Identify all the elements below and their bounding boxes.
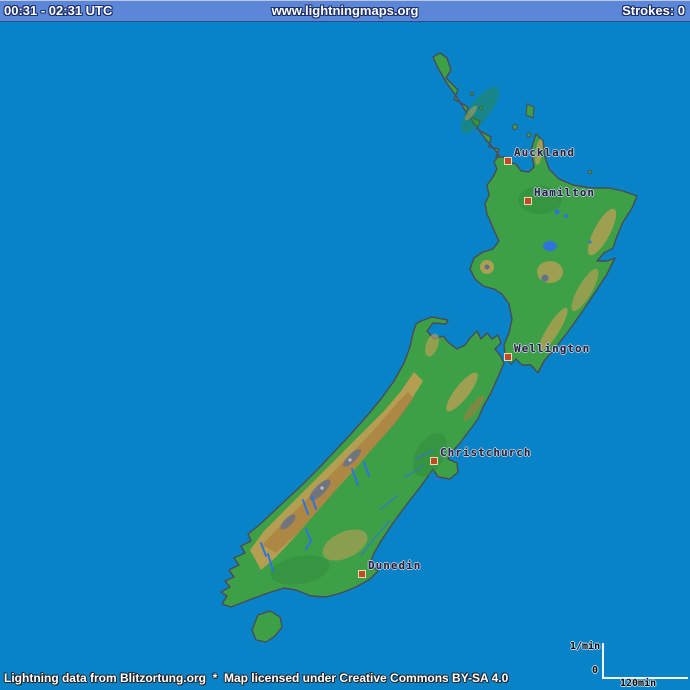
city-marker xyxy=(504,353,512,361)
legend-y-axis xyxy=(602,643,604,679)
city-label: Christchurch xyxy=(440,446,531,459)
attribution-text: Lightning data from Blitzortung.org * Ma… xyxy=(4,671,508,685)
city-marker xyxy=(524,197,532,205)
city-label: Hamilton xyxy=(534,186,595,199)
city-marker xyxy=(358,570,366,578)
stewart-island xyxy=(252,611,282,642)
time-range-label: 00:31 - 02:31 UTC xyxy=(4,1,112,21)
legend-time-label: 120min xyxy=(620,678,656,689)
header-bar: 00:31 - 02:31 UTC www.lightningmaps.org … xyxy=(0,0,690,22)
lightning-map[interactable]: Auckland Hamilton Wellington Christchurc… xyxy=(0,22,690,690)
city-marker xyxy=(504,157,512,165)
city-label: Auckland xyxy=(514,146,575,159)
city-marker xyxy=(430,457,438,465)
city-label: Dunedin xyxy=(368,559,421,572)
strokes-counter: Strokes: 0 xyxy=(622,1,685,21)
legend-zero-label: 0 xyxy=(570,665,598,676)
lake-taupo xyxy=(543,241,557,251)
city-label: Wellington xyxy=(514,342,590,355)
legend-rate-label: 1/min xyxy=(570,641,600,652)
site-title-link[interactable]: www.lightningmaps.org xyxy=(272,1,419,21)
